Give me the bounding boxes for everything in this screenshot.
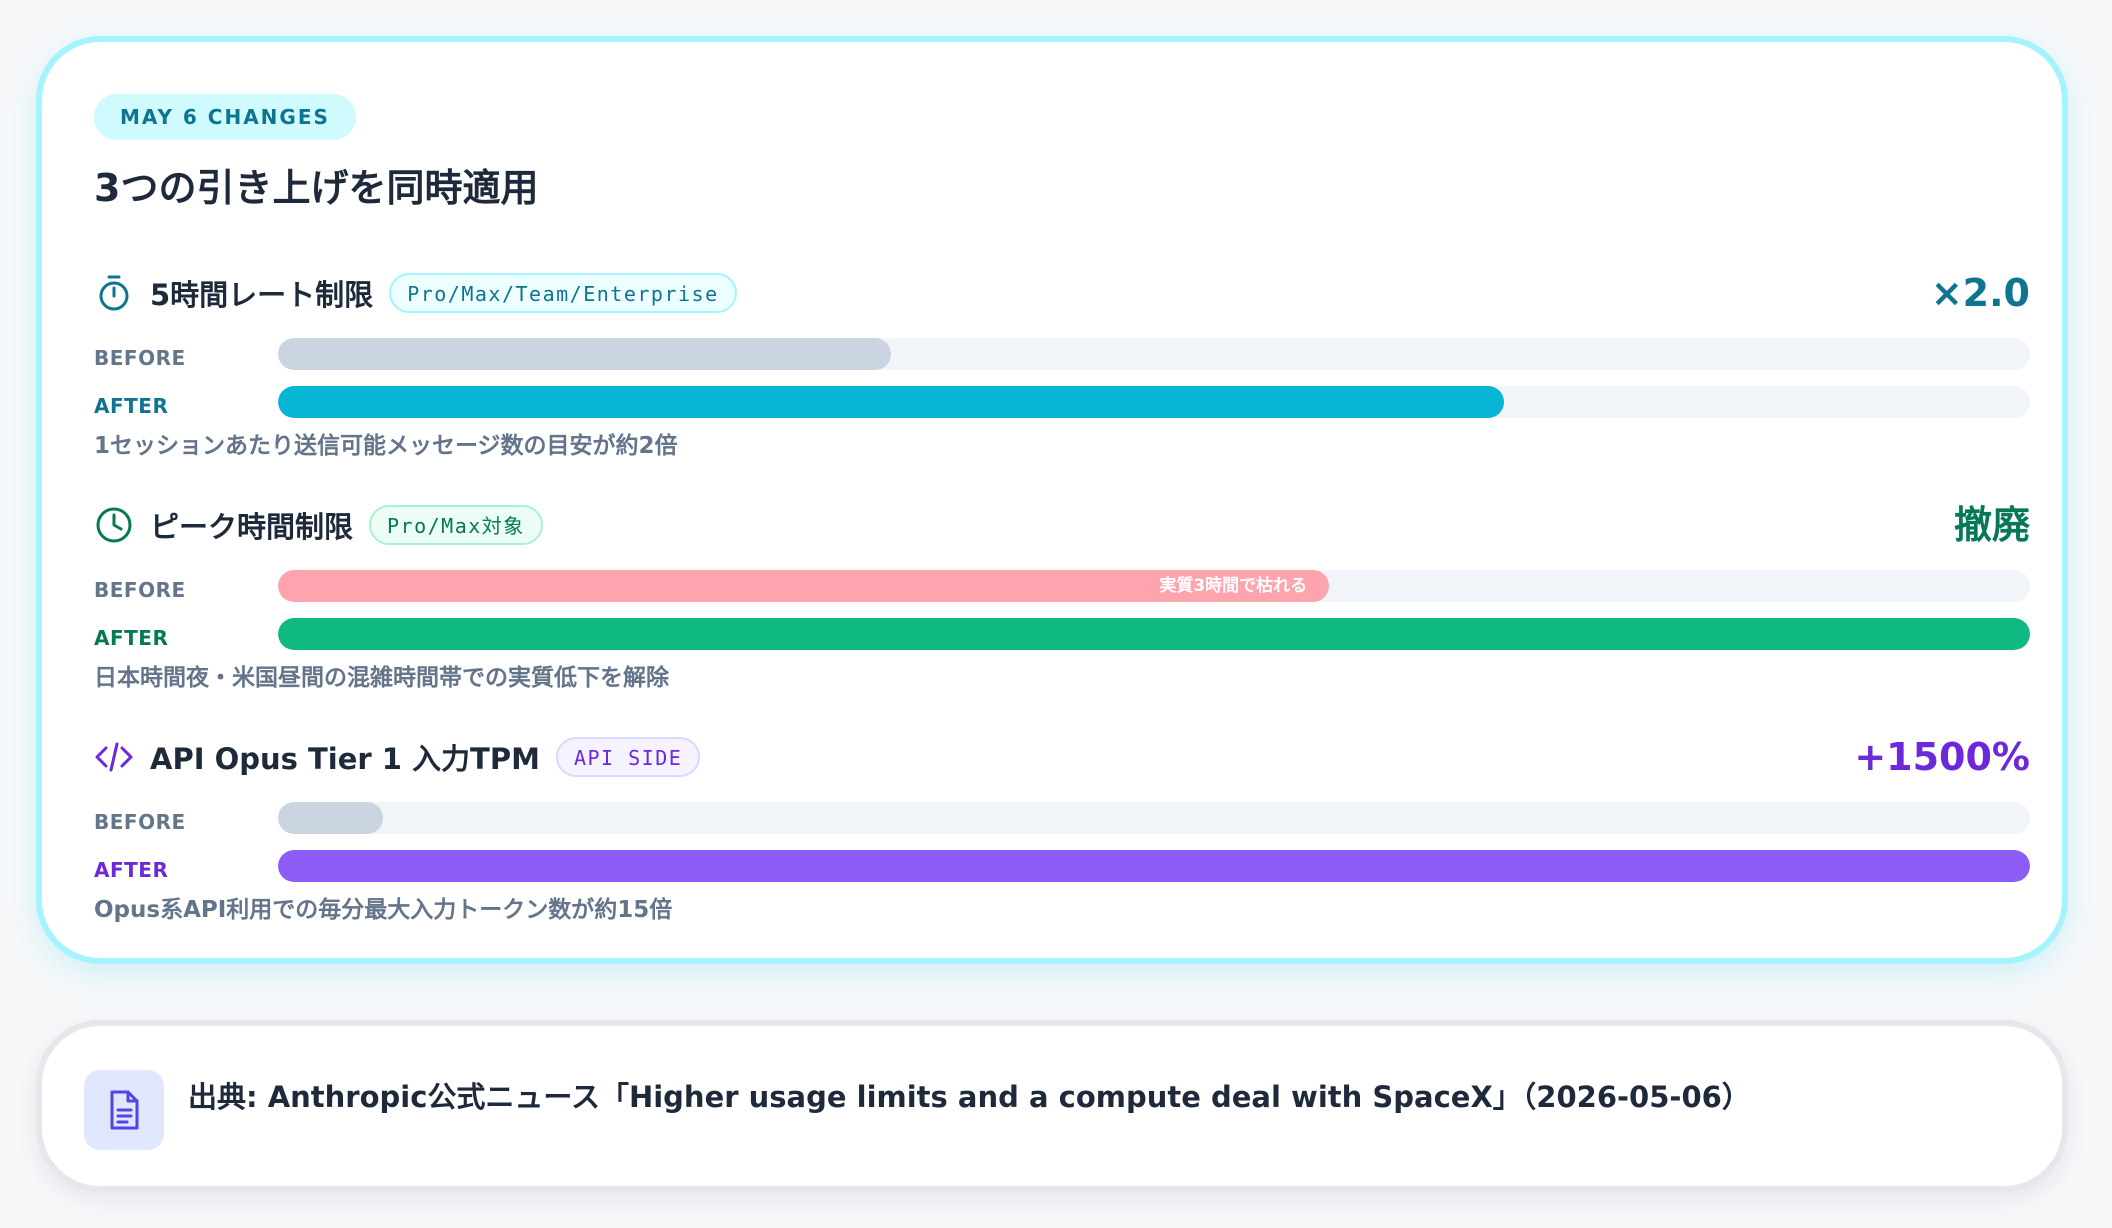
before-label: BEFORE bbox=[94, 346, 186, 370]
plan-badge: API SIDE bbox=[555, 737, 701, 777]
change-value: ×2.0 bbox=[1930, 271, 2030, 315]
after-bar bbox=[278, 386, 2030, 418]
source-citation: 出典: Anthropic公式ニュース「Higher usage limits … bbox=[188, 1080, 1751, 1114]
changes-tag: MAY 6 CHANGES bbox=[94, 94, 356, 140]
section-description: 1セッションあたり送信可能メッセージ数の目安が約2倍 bbox=[94, 433, 678, 459]
section-rate-limit: 5時間レート制限 Pro/Max/Team/Enterprise ×2.0 BE… bbox=[94, 270, 2030, 470]
after-bar-fill bbox=[278, 618, 2030, 650]
change-value: +1500% bbox=[1854, 735, 2030, 779]
after-label: AFTER bbox=[94, 626, 169, 650]
section-peak-hours: ピーク時間制限 Pro/Max対象 撤廃 BEFORE 実質3時間で枯れる AF… bbox=[94, 502, 2030, 702]
document-icon bbox=[84, 1070, 164, 1150]
section-title: 5時間レート制限 bbox=[150, 278, 374, 312]
before-bar-note: 実質3時間で枯れる bbox=[1159, 576, 1308, 596]
after-bar bbox=[278, 618, 2030, 650]
before-bar bbox=[278, 802, 2030, 834]
section-api-tpm: API Opus Tier 1 入力TPM API SIDE +1500% BE… bbox=[94, 734, 2030, 934]
stopwatch-icon bbox=[94, 273, 134, 313]
section-title: ピーク時間制限 bbox=[150, 510, 354, 544]
after-bar-fill bbox=[278, 386, 1505, 418]
plan-badge: Pro/Max/Team/Enterprise bbox=[389, 273, 737, 313]
card-title: 3つの引き上げを同時適用 bbox=[94, 166, 539, 210]
after-bar bbox=[278, 850, 2030, 882]
before-label: BEFORE bbox=[94, 578, 186, 602]
changes-card: MAY 6 CHANGES 3つの引き上げを同時適用 5時間レート制限 Pro/… bbox=[36, 36, 2068, 964]
clock-icon bbox=[94, 505, 134, 545]
before-bar-fill bbox=[278, 802, 384, 834]
section-header: API Opus Tier 1 入力TPM API SIDE +1500% bbox=[94, 734, 2030, 780]
after-label: AFTER bbox=[94, 858, 169, 882]
code-icon bbox=[94, 737, 134, 777]
section-description: Opus系API利用での毎分最大入力トークン数が約15倍 bbox=[94, 897, 673, 923]
section-title: API Opus Tier 1 入力TPM bbox=[150, 742, 540, 776]
before-bar: 実質3時間で枯れる bbox=[278, 570, 2030, 602]
before-label: BEFORE bbox=[94, 810, 186, 834]
after-label: AFTER bbox=[94, 394, 169, 418]
section-header: 5時間レート制限 Pro/Max/Team/Enterprise ×2.0 bbox=[94, 270, 2030, 316]
after-bar-fill bbox=[278, 850, 2030, 882]
plan-badge: Pro/Max対象 bbox=[369, 505, 543, 545]
before-bar bbox=[278, 338, 2030, 370]
before-bar-fill bbox=[278, 338, 892, 370]
section-header: ピーク時間制限 Pro/Max対象 撤廃 bbox=[94, 502, 2030, 548]
section-description: 日本時間夜・米国昼間の混雑時間帯での実質低下を解除 bbox=[94, 665, 669, 691]
change-value: 撤廃 bbox=[1953, 503, 2030, 547]
source-card: 出典: Anthropic公式ニュース「Higher usage limits … bbox=[36, 1020, 2068, 1192]
before-bar-fill: 実質3時間で枯れる bbox=[278, 570, 1330, 602]
